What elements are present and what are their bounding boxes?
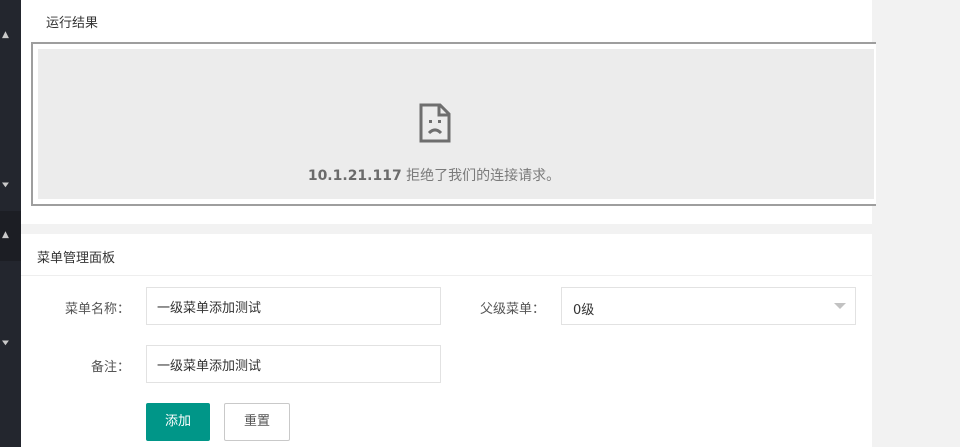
parent-menu-value: 0级 — [573, 303, 595, 318]
parent-menu-select[interactable]: 0级 — [561, 287, 856, 325]
left-sidebar: ▲ ▼ ▲ ▼ — [0, 0, 21, 447]
remark-input[interactable] — [146, 345, 441, 383]
right-gutter — [872, 0, 960, 447]
chevron-down-icon[interactable] — [834, 303, 846, 309]
result-title: 运行结果 — [46, 16, 99, 31]
sad-page-icon — [419, 103, 451, 143]
menu-name-label: 菜单名称： — [64, 302, 130, 317]
menu-name-input[interactable] — [146, 287, 441, 325]
add-button[interactable]: 添加 — [146, 403, 210, 441]
menu-panel-card: 菜单管理面板 菜单名称： 父级菜单： 0级 备注： 添加 重置 — [21, 234, 872, 447]
error-page: 10.1.21.117 拒绝了我们的连接请求。 — [38, 49, 874, 199]
result-iframe[interactable]: 10.1.21.117 拒绝了我们的连接请求。 — [31, 42, 876, 206]
error-text: 拒绝了我们的连接请求。 — [401, 168, 561, 184]
error-host: 10.1.21.117 — [307, 168, 402, 184]
panel-header: 菜单管理面板 — [21, 234, 872, 276]
caret-down-icon[interactable]: ▼ — [2, 340, 9, 347]
caret-down-icon[interactable]: ▼ — [2, 182, 9, 189]
caret-up-icon[interactable]: ▲ — [2, 230, 9, 240]
result-card: 运行结果 10.1.21.117 拒绝了我们的连接请求。 — [21, 0, 876, 224]
caret-up-icon[interactable]: ▲ — [2, 30, 9, 40]
panel-title: 菜单管理面板 — [37, 251, 116, 266]
error-message: 10.1.21.117 拒绝了我们的连接请求。 — [38, 165, 830, 185]
reset-button[interactable]: 重置 — [224, 403, 290, 441]
remark-label: 备注： — [90, 360, 130, 375]
parent-menu-label: 父级菜单： — [479, 302, 545, 317]
